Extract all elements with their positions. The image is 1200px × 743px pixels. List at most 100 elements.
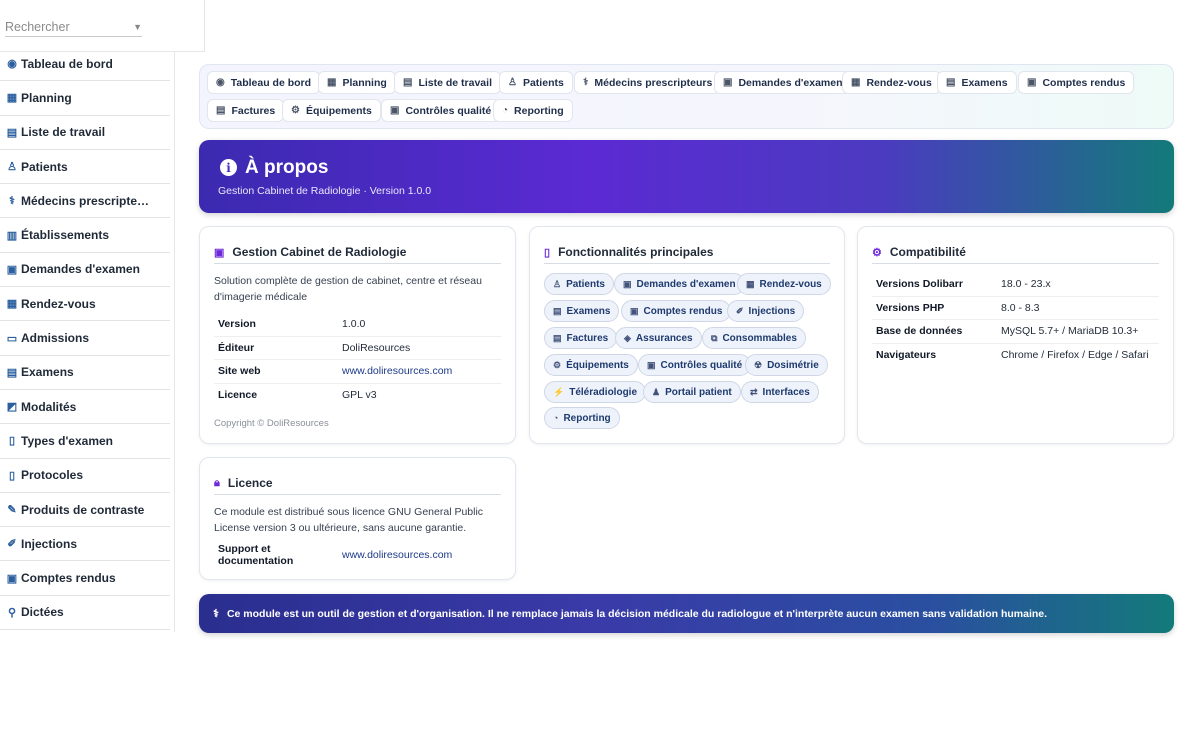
- feature-pill: ✐ Injections: [727, 300, 805, 322]
- nav-comptes-rendus[interactable]: ▣ Comptes rendus: [1018, 71, 1135, 94]
- building-icon: ▥: [6, 229, 18, 242]
- sidebar-item-rendez-vous[interactable]: ▦ Rendez-vous: [0, 287, 170, 322]
- about-description: Solution complète de gestion de cabinet,…: [214, 273, 482, 305]
- pill-label: Comptes rendus: [643, 305, 723, 317]
- sidebar-item-label: Protocoles: [21, 468, 84, 483]
- sidebar-item-label: Demandes d'examen: [21, 262, 140, 277]
- sidebar-item-dictees[interactable]: ⚲ Dictées: [0, 596, 170, 631]
- nav-patients[interactable]: ♙ Patients: [499, 71, 573, 94]
- nav-planning[interactable]: ▦ Planning: [318, 71, 396, 94]
- calendar-icon: ▦: [6, 92, 18, 105]
- license-line: Ce module est distribué sous licence GNU…: [214, 506, 484, 518]
- nav-tableau-de-bord[interactable]: ◉ Tableau de bord: [207, 71, 321, 94]
- worklist-icon: ▤: [6, 126, 18, 139]
- nav-equipements[interactable]: ⚙ Équipements: [282, 99, 381, 122]
- sidebar-item-tableau-de-bord[interactable]: ◉ Tableau de bord: [0, 47, 170, 82]
- about-info-table: Version 1.0.0 Éditeur DoliResources Site w…: [214, 313, 501, 407]
- sidebar-item-types-examen[interactable]: ▯ Types d'examen: [0, 424, 170, 459]
- website-link[interactable]: www.doliresources.com: [342, 365, 452, 377]
- syringe-icon: ✐: [736, 305, 744, 316]
- pill-label: Reporting: [563, 412, 611, 424]
- request-icon: ▣: [723, 77, 733, 88]
- exam-icon: ▤: [6, 366, 18, 379]
- sidebar-item-patients[interactable]: ♙ Patients: [0, 150, 170, 185]
- nav-reporting[interactable]: ◔ Reporting: [493, 99, 573, 122]
- doctor-icon: ⚕: [583, 77, 589, 88]
- about-card: ▣ Gestion Cabinet de Radiologie Solution …: [199, 226, 516, 444]
- sidebar-item-modalites[interactable]: ◩ Modalités: [0, 390, 170, 425]
- nav-demandes[interactable]: ▣ Demandes d'examen: [714, 71, 852, 94]
- copyright-text: Copyright © DoliResources: [214, 418, 329, 429]
- sidebar-item-protocoles[interactable]: ▯ Protocoles: [0, 459, 170, 493]
- sidebar-item-label: Rendez-vous: [21, 296, 96, 311]
- feature-pill: ▣ Contrôles qualité: [638, 354, 752, 376]
- sidebar-item-etablissements[interactable]: ▥ Établissements: [0, 218, 170, 253]
- gears-icon: ⚙: [872, 246, 882, 259]
- page-subtitle: Gestion Cabinet de Radiologie · Version …: [218, 185, 432, 197]
- sidebar-item-produits-contraste[interactable]: ✎ Produits de contraste: [0, 493, 170, 528]
- appointment-icon: ▦: [6, 298, 18, 311]
- doctor-icon: ⚕: [9, 195, 15, 208]
- table-row: Support et documentation www.doliresource…: [214, 543, 501, 567]
- sidebar-item-label: Modalités: [21, 399, 77, 414]
- exam-icon: ▤: [553, 305, 562, 316]
- card-title: Licence: [227, 476, 273, 490]
- search-placeholder: Rechercher: [5, 19, 70, 34]
- row-key: Version: [218, 318, 256, 331]
- protocol-icon: ▯: [8, 469, 16, 482]
- row-key: Support et documentation: [218, 542, 294, 567]
- nav-label: Équipements: [305, 104, 372, 117]
- nav-rendez-vous[interactable]: ▦ Rendez-vous: [842, 71, 941, 94]
- calendar-icon: ▦: [327, 77, 337, 88]
- sidebar-item-planning[interactable]: ▦ Planning: [0, 81, 170, 116]
- row-value: GPL v3: [342, 389, 377, 402]
- support-link[interactable]: www.doliresources.com: [342, 549, 452, 561]
- request-icon: ▣: [6, 263, 18, 276]
- exam-icon: ▤: [946, 77, 956, 88]
- sidebar-item-medecins[interactable]: ⚕ Médecins prescripte…: [0, 184, 170, 219]
- row-key: Base de données: [876, 325, 963, 338]
- nav-factures[interactable]: ▤ Factures: [207, 99, 285, 122]
- feature-pill: ♙ Patients: [544, 273, 614, 295]
- compatibility-table: Versions Dolibarr 18.0 - 23.x Versions PH…: [872, 273, 1159, 367]
- appointment-icon: ▦: [746, 278, 755, 289]
- row-value: DoliResources: [342, 341, 411, 354]
- chevron-down-icon[interactable]: ▼: [133, 22, 142, 32]
- sidebar-item-injections[interactable]: ✐ Injections: [0, 527, 170, 562]
- nav-liste-de-travail[interactable]: ▤ Liste de travail: [394, 71, 501, 94]
- feature-pill: ⇄ Interfaces: [741, 381, 819, 403]
- nav-examens[interactable]: ▤ Examens: [937, 71, 1017, 94]
- sidebar-item-comptes-rendus[interactable]: ▣ Comptes rendus: [0, 561, 170, 596]
- pill-label: Dosimétrie: [767, 359, 819, 371]
- shield-icon: ◈: [624, 332, 631, 343]
- sidebar-item-demandes[interactable]: ▣ Demandes d'examen: [0, 253, 170, 288]
- sidebar-item-examens[interactable]: ▤ Examens: [0, 356, 170, 390]
- microphone-icon: ⚲: [7, 606, 17, 619]
- features-card: ▯ Fonctionnalités principales ♙ Patients ▣…: [529, 226, 845, 444]
- clipboard-icon: ▯: [8, 435, 16, 448]
- report-icon: ▣: [630, 305, 639, 316]
- search-input[interactable]: Rechercher ▼: [5, 17, 142, 37]
- table-row: Licence GPL v3: [214, 384, 501, 408]
- pill-label: Examens: [566, 305, 611, 317]
- nav-label: Demandes d'examen: [738, 76, 843, 89]
- exchange-icon: ⇄: [750, 386, 758, 397]
- pill-label: Contrôles qualité: [660, 359, 743, 371]
- nav-medecins[interactable]: ⚕ Médecins prescripteurs: [574, 71, 722, 94]
- page-title: À propos: [245, 157, 329, 178]
- pill-label: Interfaces: [762, 386, 810, 398]
- syringe-icon: ✐: [7, 538, 17, 551]
- row-key: Versions Dolibarr: [876, 278, 963, 291]
- dashboard-icon: ◉: [216, 77, 225, 88]
- table-row: Versions Dolibarr 18.0 - 23.x: [872, 273, 1159, 297]
- nav-controles-qualite[interactable]: ▣ Contrôles qualité: [381, 99, 501, 122]
- report-icon: ▣: [6, 572, 18, 585]
- pill-label: Demandes d'examen: [636, 278, 736, 290]
- sidebar-item-liste-de-travail[interactable]: ▤ Liste de travail: [0, 116, 170, 150]
- info-icon: i: [220, 159, 237, 176]
- pill-label: Patients: [566, 278, 605, 290]
- user-icon: ♙: [508, 77, 517, 88]
- sidebar-item-admissions[interactable]: ▭ Admissions: [0, 321, 170, 356]
- sidebar-item-label: Types d'examen: [21, 433, 114, 448]
- sidebar-item-label: Produits de contraste: [21, 502, 145, 517]
